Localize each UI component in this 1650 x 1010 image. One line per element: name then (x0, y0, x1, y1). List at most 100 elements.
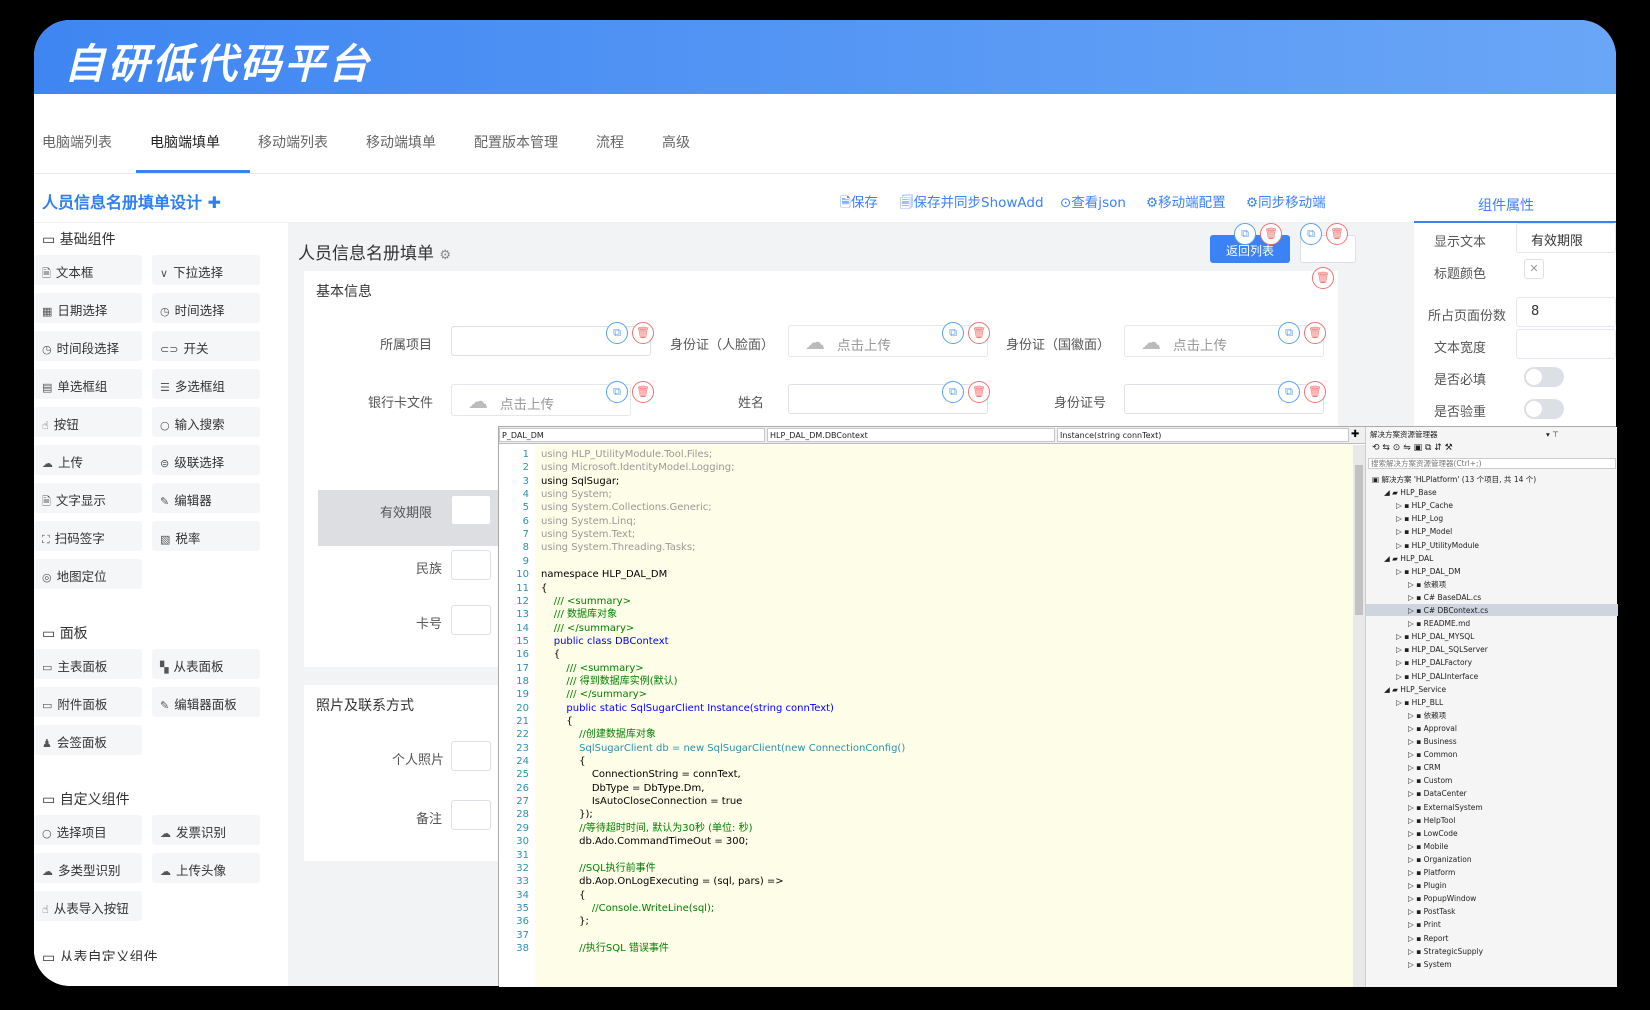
tree-item[interactable]: ▷ ▪ README.md (1408, 619, 1470, 628)
tree-item[interactable]: ▷ ▪ HLP_Cache (1396, 501, 1453, 510)
tree-item[interactable]: ▷ ▪ HLP_DAL_SQLServer (1396, 645, 1488, 654)
photo-upload[interactable] (451, 741, 491, 771)
tree-item[interactable]: ▷ ▪ HLP_BLL (1396, 698, 1443, 707)
comp-upload[interactable]: ☁ 上传 (34, 445, 142, 475)
solution-search-input[interactable]: 搜索解决方案资源管理器(Ctrl+;) (1368, 458, 1616, 469)
delete-icon[interactable]: 🗑 (632, 381, 654, 403)
class-dropdown[interactable]: HLP_DAL_DM.DBContext (767, 428, 1055, 442)
tree-item[interactable]: ▷ ▪ Approval (1408, 724, 1457, 733)
delete-icon[interactable]: 🗑 (1260, 223, 1282, 245)
comp-date[interactable]: ▦ 日期选择 (34, 293, 142, 323)
comp-search[interactable]: ○ 输入搜索 (152, 407, 260, 437)
tree-item[interactable]: ▷ ▪ CRM (1408, 763, 1441, 772)
comp-sign-panel[interactable]: ♟ 会签面板 (34, 725, 142, 755)
delete-icon[interactable]: 🗑 (1326, 223, 1348, 245)
tree-item[interactable]: ▷ ▪ Organization (1408, 855, 1472, 864)
tree-item[interactable]: ▷ ▪ Platform (1408, 868, 1455, 877)
delete-icon[interactable]: 🗑 (968, 381, 990, 403)
comp-invoice[interactable]: ☁ 发票识别 (152, 815, 260, 845)
comp-select-project[interactable]: ○ 选择项目 (34, 815, 142, 845)
delete-icon[interactable]: 🗑 (1312, 267, 1334, 289)
comp-sub-panel[interactable]: ▚ 从表面板 (152, 649, 260, 679)
tab-pc-form[interactable]: 电脑端填单 (150, 132, 220, 152)
tree-item[interactable]: ▷ ▪ 依赖项 (1408, 711, 1446, 720)
card-no-input[interactable] (451, 605, 491, 635)
tree-item[interactable]: ▷ ▪ StrategicSupply (1408, 947, 1483, 956)
tree-item[interactable]: ◢ ▰ HLP_Service (1384, 685, 1446, 694)
tab-mobile-form[interactable]: 移动端填单 (366, 132, 436, 152)
tree-item[interactable]: ▷ ▪ Common (1408, 750, 1457, 759)
ethnic-input[interactable] (451, 550, 491, 580)
color-picker[interactable]: ✕ (1524, 259, 1544, 279)
tree-item[interactable]: ▷ ▪ HLP_UtilityModule (1396, 541, 1479, 550)
comp-radio[interactable]: ▤ 单选框组 (34, 369, 142, 399)
comp-avatar-upload[interactable]: ☁ 上传头像 (152, 853, 260, 883)
copy-icon[interactable]: ⧉ (1278, 381, 1300, 403)
tree-item[interactable]: ▷ ▪ PopupWindow (1408, 894, 1476, 903)
tree-item[interactable]: ▷ ▪ HLP_DALFactory (1396, 658, 1472, 667)
tree-item[interactable]: ▷ ▪ LowCode (1408, 829, 1458, 838)
comp-attach-panel[interactable]: ▭ 附件面板 (34, 687, 142, 717)
tree-item[interactable]: ▷ ▪ Mobile (1408, 842, 1448, 851)
tree-item[interactable]: ◢ ▰ HLP_DAL (1384, 554, 1433, 563)
required-toggle[interactable] (1524, 367, 1564, 387)
comp-time-range[interactable]: ◷ 时间段选择 (34, 331, 142, 361)
copy-icon[interactable]: ⧉ (1300, 223, 1322, 245)
tab-version[interactable]: 配置版本管理 (474, 132, 558, 152)
comp-scan-sign[interactable]: ⛶ 扫码签字 (34, 521, 142, 551)
tree-item[interactable]: ▷ ▪ HLP_Model (1396, 527, 1452, 536)
tab-component-props[interactable]: 组件属性 (1414, 175, 1616, 223)
editor-scrollbar[interactable] (1353, 445, 1365, 987)
comp-textbox[interactable]: 🗎 文本框 (34, 255, 142, 285)
comp-editor-panel[interactable]: ✎ 编辑器面板 (152, 687, 260, 717)
delete-icon[interactable]: 🗑 (1304, 322, 1326, 344)
save-sync-button[interactable]: 🗐保存并同步ShowAdd (900, 191, 1044, 216)
copy-icon[interactable]: ⧉ (942, 322, 964, 344)
split-icon[interactable]: ✚ (1351, 429, 1359, 440)
copy-icon[interactable]: ⧉ (1234, 223, 1256, 245)
gear-icon[interactable]: ⚙ (439, 248, 451, 263)
copy-icon[interactable]: ⧉ (606, 322, 628, 344)
tree-item[interactable]: ▷ ▪ HLP_DAL_MYSQL (1396, 632, 1474, 641)
sync-mobile-button[interactable]: ⚙同步移动端 (1246, 191, 1326, 211)
comp-map[interactable]: ◎ 地图定位 (34, 559, 142, 589)
remark-input[interactable] (451, 800, 491, 830)
delete-icon[interactable]: 🗑 (968, 322, 990, 344)
member-dropdown[interactable]: Instance(string connText) (1057, 428, 1349, 442)
dup-check-toggle[interactable] (1524, 399, 1564, 419)
comp-multi-recognize[interactable]: ☁ 多类型识别 (34, 853, 142, 883)
comp-editor[interactable]: ✎ 编辑器 (152, 483, 260, 513)
mobile-config-button[interactable]: ⚙移动端配置 (1146, 191, 1226, 211)
copy-icon[interactable]: ⧉ (606, 381, 628, 403)
comp-time[interactable]: ◷ 时间选择 (152, 293, 260, 323)
tree-item[interactable]: ▷ ▪ C# BaseDAL.cs (1408, 593, 1481, 602)
width-input[interactable] (1516, 329, 1616, 359)
project-dropdown[interactable]: P_DAL_DM (499, 428, 765, 442)
tree-item[interactable]: ▷ ▪ Plugin (1408, 881, 1447, 890)
comp-select[interactable]: ∨ 下拉选择 (152, 255, 260, 285)
add-circle-icon[interactable]: ✚ (208, 193, 221, 212)
pin-icon[interactable]: ▾ ⊤ (1546, 430, 1559, 439)
tree-item[interactable]: ▷ ▪ ExternalSystem (1408, 803, 1483, 812)
save-button[interactable]: 🗎保存 (840, 191, 878, 216)
bank-card-upload[interactable]: 点击上传 (451, 384, 631, 416)
tree-item[interactable]: ▷ ▪ 依赖项 (1408, 580, 1446, 589)
tab-advanced[interactable]: 高级 (662, 132, 690, 152)
tree-item[interactable]: ▷ ▪ Custom (1408, 776, 1452, 785)
comp-tax[interactable]: ▧ 税率 (152, 521, 260, 551)
comp-import-button[interactable]: ☝ 从表导入按钮 (34, 891, 142, 921)
tree-item[interactable]: ▷ ▪ HelpTool (1408, 816, 1455, 825)
tree-item[interactable]: ▷ ▪ PostTask (1408, 907, 1456, 916)
tree-item[interactable]: ▣ 解决方案 'HLPlatform' (13 个项目, 共 14 个) (1372, 475, 1536, 484)
tab-flow[interactable]: 流程 (596, 132, 624, 152)
copy-icon[interactable]: ⧉ (1278, 322, 1300, 344)
comp-cascader[interactable]: ⊜ 级联选择 (152, 445, 260, 475)
code-area[interactable]: 1 2 3 4 5 6 7 8 9 10 11 12 13 14 15 16 17 18 19 20 21 22 23 24 2… (499, 445, 1353, 987)
tab-pc-list[interactable]: 电脑端列表 (42, 132, 112, 152)
tree-item[interactable]: ▷ ▪ Print (1408, 920, 1441, 929)
comp-switch[interactable]: ⊂⊃ 开关 (152, 331, 260, 361)
tree-item[interactable]: ▷ ▪ Business (1408, 737, 1457, 746)
tree-item[interactable]: ◢ ▰ HLP_Base (1384, 488, 1437, 497)
comp-main-panel[interactable]: ▭ 主表面板 (34, 649, 142, 679)
display-text-input[interactable]: 有效期限 (1516, 223, 1616, 253)
